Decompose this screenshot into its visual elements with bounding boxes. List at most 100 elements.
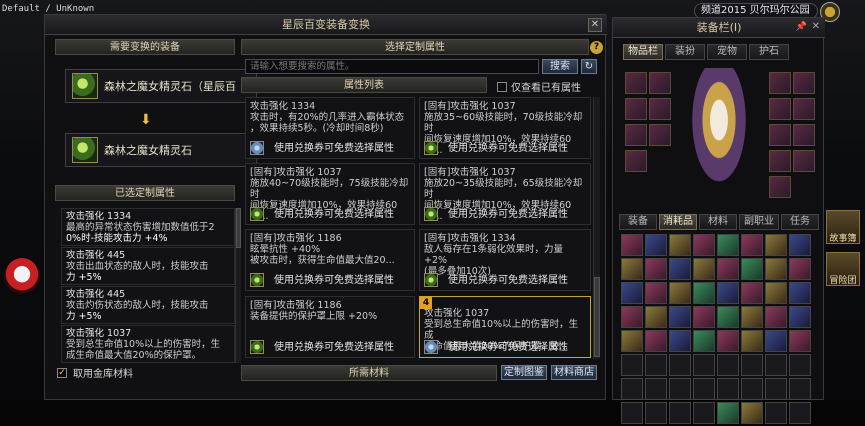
inventory-slot[interactable]	[669, 306, 691, 328]
inventory-slot[interactable]	[717, 234, 739, 256]
equip-slot[interactable]	[625, 150, 647, 172]
inventory-slot[interactable]	[621, 330, 643, 352]
use-coupon-row[interactable]: 使用兑换券可免费选择属性	[250, 207, 394, 221]
inventory-slot[interactable]	[693, 306, 715, 328]
inventory-slot[interactable]	[645, 378, 667, 400]
equip-slot[interactable]	[769, 150, 791, 172]
inventory-slot[interactable]	[741, 306, 763, 328]
equip-slot[interactable]	[793, 72, 815, 94]
use-coupon-row[interactable]: 使用兑换券可免费选择属性	[250, 340, 394, 354]
inventory-slot[interactable]	[741, 258, 763, 280]
inventory-slot[interactable]	[717, 378, 739, 400]
inventory-slot[interactable]	[693, 378, 715, 400]
inventory-slot[interactable]	[741, 282, 763, 304]
inventory-slot[interactable]	[765, 354, 787, 376]
inventory-slot[interactable]	[765, 378, 787, 400]
prop-card[interactable]: [固有]攻击强化 1037 施放35~60级技能时，70级技能冷却时 间恢复速度…	[419, 97, 591, 159]
inventory-slot[interactable]	[789, 378, 811, 400]
material-shop-button[interactable]: 材料商店	[551, 365, 597, 380]
inventory-slot[interactable]	[693, 234, 715, 256]
scroll-thumb[interactable]	[236, 208, 241, 248]
custom-catalog-button[interactable]: 定制图鉴	[501, 365, 547, 380]
inventory-slot[interactable]	[693, 330, 715, 352]
prop-card[interactable]: [固有]攻击强化 1186 装备提供的保护罩上限 +20% 使用兑换券可免费选择…	[245, 296, 415, 358]
inventory-slot[interactable]	[717, 258, 739, 280]
inventory-slot[interactable]	[765, 330, 787, 352]
inventory-slot[interactable]	[789, 282, 811, 304]
inventory-slot[interactable]	[741, 402, 763, 424]
inventory-slot[interactable]	[645, 234, 667, 256]
pin-icon[interactable]: 📌	[796, 22, 807, 32]
tab-material[interactable]: 材料	[699, 214, 737, 230]
inventory-slot[interactable]	[645, 306, 667, 328]
inventory-slot[interactable]	[789, 402, 811, 424]
owned-only-option[interactable]: 仅查看已有属性	[497, 79, 581, 94]
tab-inventory[interactable]: 物品栏	[623, 44, 663, 60]
inventory-slot[interactable]	[789, 354, 811, 376]
prop-card[interactable]: [固有]攻击强化 1334 敌人每存在1条弱化效果时，力量 +2% (最多叠加1…	[419, 229, 591, 291]
use-vault-checkbox[interactable]: ✓	[57, 367, 67, 378]
inventory-slot[interactable]	[621, 402, 643, 424]
inventory-slot[interactable]	[765, 234, 787, 256]
mascot-icon[interactable]	[4, 258, 40, 294]
inventory-slot[interactable]	[717, 354, 739, 376]
prop-card-selected[interactable]: 4 攻击强化 1037 受到总生命值10%以上的伤害时，生成 生命值最大值20%…	[419, 296, 591, 358]
help-icon[interactable]: ?	[590, 41, 603, 54]
inventory-slot[interactable]	[789, 234, 811, 256]
prop-card[interactable]: [固有]攻击强化 1186 眩晕抗性 +40% 被攻击时，获得生命值最大值20.…	[245, 229, 415, 291]
inventory-slot[interactable]	[621, 306, 643, 328]
inventory-slot[interactable]	[621, 258, 643, 280]
selected-prop-item[interactable]: 攻击强化 445 攻击灼伤状态的敌人时，技能攻击 力 +5%	[61, 286, 235, 324]
inventory-slot[interactable]	[765, 306, 787, 328]
inventory-slot[interactable]	[789, 258, 811, 280]
inventory-slot[interactable]	[717, 282, 739, 304]
inventory-slot[interactable]	[741, 378, 763, 400]
equip-slot[interactable]	[625, 124, 647, 146]
inventory-slot[interactable]	[765, 258, 787, 280]
equip-slot[interactable]	[769, 124, 791, 146]
tab-equip[interactable]: 装备	[619, 214, 657, 230]
inventory-slot[interactable]	[717, 402, 739, 424]
inventory-slot[interactable]	[765, 282, 787, 304]
selected-scrollbar[interactable]	[235, 208, 241, 363]
equip-slot[interactable]	[769, 98, 791, 120]
equip-slot[interactable]	[769, 176, 791, 198]
inventory-slot[interactable]	[717, 330, 739, 352]
equip-slot[interactable]	[625, 72, 647, 94]
inventory-slot[interactable]	[693, 258, 715, 280]
inventory-slot[interactable]	[717, 306, 739, 328]
inventory-slot[interactable]	[621, 378, 643, 400]
inventory-slot[interactable]	[621, 234, 643, 256]
inventory-slot[interactable]	[741, 234, 763, 256]
selected-prop-item[interactable]: 攻击强化 1334 最高的异常状态伤害增加数值低于2 0%时-技能攻击力 +4%	[61, 208, 235, 246]
inventory-slot[interactable]	[693, 354, 715, 376]
inventory-slot[interactable]	[741, 354, 763, 376]
inventory-slot[interactable]	[669, 354, 691, 376]
inventory-slot[interactable]	[645, 258, 667, 280]
owned-only-checkbox[interactable]	[497, 81, 507, 92]
refresh-icon[interactable]: ↻	[581, 59, 597, 74]
inventory-slot[interactable]	[645, 282, 667, 304]
inventory-slot[interactable]	[621, 282, 643, 304]
prop-card[interactable]: [固有]攻击强化 1037 施放20~35级技能时，65级技能冷却时 间恢复速度…	[419, 163, 591, 225]
equip-slot[interactable]	[793, 150, 815, 172]
inventory-slot[interactable]	[693, 402, 715, 424]
inventory-slot[interactable]	[669, 330, 691, 352]
inventory-slot[interactable]	[669, 378, 691, 400]
tab-talisman[interactable]: 护石	[749, 44, 789, 60]
scroll-thumb[interactable]	[594, 277, 600, 357]
equip-slot[interactable]	[625, 98, 647, 120]
tab-quest[interactable]: 任务	[781, 214, 819, 230]
source-item-slot[interactable]: 森林之魔女精灵石（星辰百	[65, 69, 257, 103]
inventory-slot[interactable]	[789, 330, 811, 352]
equip-slot[interactable]	[649, 124, 671, 146]
inventory-slot[interactable]	[645, 354, 667, 376]
equip-slot[interactable]	[793, 124, 815, 146]
inventory-slot[interactable]	[645, 330, 667, 352]
inventory-slot[interactable]	[669, 258, 691, 280]
equip-slot[interactable]	[793, 98, 815, 120]
inventory-slot[interactable]	[669, 282, 691, 304]
search-input[interactable]: 请输入想要搜索的属性。	[245, 59, 539, 74]
storybook-button[interactable]: 故事簿	[826, 210, 860, 244]
prop-list-scrollbar[interactable]	[593, 97, 600, 359]
